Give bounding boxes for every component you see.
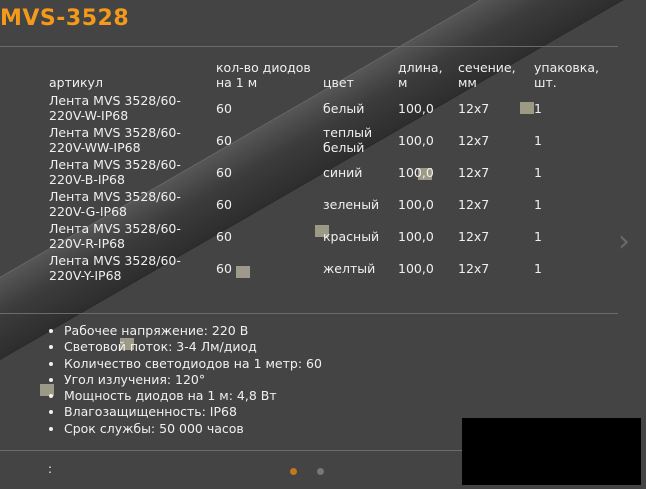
feature-item: Срок службы: 50 000 часов xyxy=(64,421,322,437)
chevron-right-icon[interactable]: › xyxy=(618,227,642,257)
cell-section: 12x7 xyxy=(458,196,490,212)
cell-package: 1 xyxy=(534,260,542,276)
cell-color: белый xyxy=(323,100,365,116)
cell-article: Лента MVS 3528/60-220V-G-IP68 xyxy=(49,189,181,219)
cell-color: красный xyxy=(323,228,380,244)
cell-diodes: 60 xyxy=(216,132,232,148)
cell-article: Лента MVS 3528/60-220V-WW-IP68 xyxy=(49,125,181,155)
carousel-dot-1[interactable] xyxy=(290,468,297,475)
cell-package: 1 xyxy=(534,196,542,212)
cell-article: Лента MVS 3528/60-220V-Y-IP68 xyxy=(49,253,181,283)
cell-section: 12x7 xyxy=(458,228,490,244)
cell-length: 100,0 xyxy=(398,164,434,180)
cell-length: 100,0 xyxy=(398,260,434,276)
table-row: Лента MVS 3528/60-220V-W-IP68 60 белый 1… xyxy=(46,92,608,124)
column-header-color: цвет xyxy=(323,75,354,90)
cell-section: 12x7 xyxy=(458,100,490,116)
cell-package: 1 xyxy=(534,228,542,244)
feature-item: Количество светодиодов на 1 метр: 60 xyxy=(64,356,322,372)
black-panel xyxy=(462,418,641,485)
footnote: : xyxy=(48,462,53,476)
table-header-row: артикул кол-во диодов на 1 м цвет длина,… xyxy=(46,60,608,92)
cell-article: Лента MVS 3528/60-220V-W-IP68 xyxy=(49,93,181,123)
cell-section: 12x7 xyxy=(458,132,490,148)
cell-section: 12x7 xyxy=(458,260,490,276)
feature-item: Угол излучения: 120° xyxy=(64,372,322,388)
cell-color: теплый белый xyxy=(323,125,373,155)
page-title: MVS-3528 xyxy=(0,6,130,31)
column-header-diodes: кол-во диодов на 1 м xyxy=(216,60,311,90)
carousel-pagination xyxy=(290,468,324,475)
cell-diodes: 60 xyxy=(216,260,232,276)
cell-package: 1 xyxy=(534,100,542,116)
feature-list: Рабочее напряжение: 220 В Световой поток… xyxy=(46,323,322,437)
specs-table: артикул кол-во диодов на 1 м цвет длина,… xyxy=(46,60,608,284)
cell-diodes: 60 xyxy=(216,228,232,244)
feature-item: Световой поток: 3-4 Лм/диод xyxy=(64,339,322,355)
table-row: Лента MVS 3528/60-220V-G-IP68 60 зеленый… xyxy=(46,188,608,220)
column-header-package: упаковка, шт. xyxy=(534,60,599,90)
cell-length: 100,0 xyxy=(398,228,434,244)
divider xyxy=(0,46,618,47)
feature-item: Влагозащищенность: IP68 xyxy=(64,404,322,420)
cell-length: 100,0 xyxy=(398,196,434,212)
divider xyxy=(0,313,618,314)
cell-diodes: 60 xyxy=(216,100,232,116)
table-row: Лента MVS 3528/60-220V-R-IP68 60 красный… xyxy=(46,220,608,252)
cell-article: Лента MVS 3528/60-220V-B-IP68 xyxy=(49,157,181,187)
column-header-section: сечение, мм xyxy=(458,60,516,90)
cell-color: желтый xyxy=(323,260,376,276)
cell-article: Лента MVS 3528/60-220V-R-IP68 xyxy=(49,221,181,251)
carousel-dot-2[interactable] xyxy=(317,468,324,475)
cell-diodes: 60 xyxy=(216,196,232,212)
table-row: Лента MVS 3528/60-220V-B-IP68 60 синий 1… xyxy=(46,156,608,188)
cell-section: 12x7 xyxy=(458,164,490,180)
column-header-length: длина, м xyxy=(398,60,443,90)
cell-package: 1 xyxy=(534,164,542,180)
table-row: Лента MVS 3528/60-220V-Y-IP68 60 желтый … xyxy=(46,252,608,284)
cell-color: зеленый xyxy=(323,196,380,212)
column-header-article: артикул xyxy=(49,75,103,90)
cell-length: 100,0 xyxy=(398,100,434,116)
feature-item: Мощность диодов на 1 м: 4,8 Вт xyxy=(64,388,322,404)
feature-item: Рабочее напряжение: 220 В xyxy=(64,323,322,339)
cell-diodes: 60 xyxy=(216,164,232,180)
cell-length: 100,0 xyxy=(398,132,434,148)
cell-color: синий xyxy=(323,164,363,180)
table-row: Лента MVS 3528/60-220V-WW-IP68 60 теплый… xyxy=(46,124,608,156)
cell-package: 1 xyxy=(534,132,542,148)
